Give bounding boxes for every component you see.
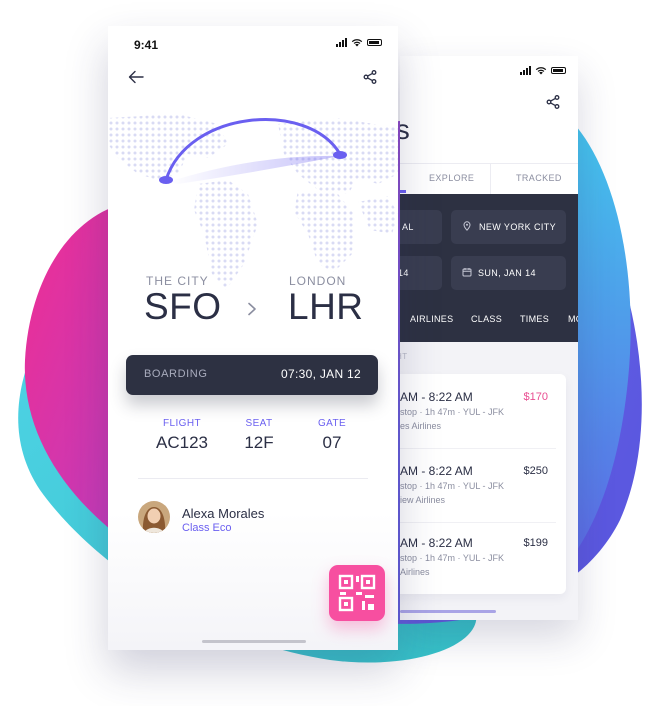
wifi-icon bbox=[535, 67, 547, 75]
battery-icon bbox=[551, 67, 566, 74]
tab-tracked[interactable]: TRACKED bbox=[516, 173, 562, 183]
seat-info: SEAT 12F bbox=[234, 418, 284, 453]
divider bbox=[138, 478, 368, 479]
boarding-bar: BOARDING 07:30, JAN 12 bbox=[126, 355, 378, 395]
share-button[interactable] bbox=[360, 67, 380, 87]
depart-date-field[interactable]: 14 bbox=[400, 256, 442, 290]
boarding-label: BOARDING bbox=[144, 368, 208, 380]
gate-number: 07 bbox=[322, 433, 342, 452]
back-button[interactable] bbox=[126, 67, 146, 87]
return-date-field[interactable]: SUN, JAN 14 bbox=[451, 256, 566, 290]
status-icons bbox=[520, 66, 566, 75]
home-indicator bbox=[202, 640, 306, 643]
return-date-value: SUN, JAN 14 bbox=[478, 268, 536, 278]
tab-divider bbox=[400, 163, 578, 164]
gate-label: GATE bbox=[317, 418, 347, 429]
destination-code: LHR bbox=[288, 286, 364, 327]
page-title: ts bbox=[400, 114, 410, 145]
flight-result-1[interactable] bbox=[400, 374, 566, 448]
filter-class[interactable]: CLASS bbox=[471, 314, 502, 324]
flight-label: FLIGHT bbox=[163, 418, 201, 429]
from-value: AL bbox=[402, 222, 414, 232]
from-field[interactable]: AL bbox=[400, 210, 442, 244]
share-icon bbox=[546, 95, 560, 109]
active-tab-indicator bbox=[400, 190, 406, 193]
filter-airlines[interactable]: AIRLINES bbox=[410, 314, 453, 324]
seat-number: 12F bbox=[244, 433, 274, 452]
status-icons bbox=[336, 38, 382, 47]
battery-icon bbox=[367, 39, 382, 46]
calendar-icon bbox=[462, 268, 472, 277]
qr-code-icon bbox=[338, 574, 376, 612]
to-value: NEW YORK CITY bbox=[479, 222, 557, 232]
search-screen: ts EXPLORE TRACKED AL NEW YORK CITY 14 S… bbox=[400, 56, 578, 620]
to-field[interactable]: NEW YORK CITY bbox=[451, 210, 566, 244]
location-pin-icon bbox=[463, 221, 471, 231]
share-button[interactable] bbox=[543, 92, 563, 112]
world-map bbox=[108, 114, 398, 290]
tab-explore[interactable]: EXPLORE bbox=[429, 173, 474, 183]
flight-result-2[interactable] bbox=[400, 449, 566, 522]
passenger-name: Alexa Morales bbox=[182, 506, 265, 521]
chevron-right-icon bbox=[248, 302, 256, 316]
filter-more[interactable]: MO bbox=[568, 314, 578, 324]
signal-icon bbox=[336, 38, 347, 47]
share-icon bbox=[363, 70, 377, 84]
qr-code-button[interactable] bbox=[329, 565, 385, 621]
gate-info: GATE 07 bbox=[312, 418, 352, 453]
flight-info: FLIGHT AC123 bbox=[156, 418, 208, 453]
filter-times[interactable]: TIMES bbox=[520, 314, 549, 324]
arrow-left-icon bbox=[128, 70, 144, 84]
boarding-pass-screen: 9:41 THE CITY SFO LONDON LHR BOARDING 07… bbox=[108, 26, 398, 650]
flight-number: AC123 bbox=[156, 433, 208, 452]
depart-date-value: 14 bbox=[400, 268, 409, 278]
seat-label: SEAT bbox=[245, 418, 273, 429]
status-time: 9:41 bbox=[134, 38, 159, 52]
origin-code: SFO bbox=[144, 286, 222, 327]
tab-separator bbox=[490, 164, 491, 194]
flight-results-list: AM - 8:22 AM stop · 1h 47m · YUL - JFK e… bbox=[400, 374, 566, 594]
avatar bbox=[138, 501, 170, 533]
boarding-time: 07:30, JAN 12 bbox=[281, 367, 361, 381]
signal-icon bbox=[520, 66, 531, 75]
results-section-label: HT bbox=[400, 352, 408, 361]
wifi-icon bbox=[351, 39, 363, 47]
search-panel: AL NEW YORK CITY 14 SUN, JAN 14 AIRLINES… bbox=[400, 194, 578, 342]
home-indicator bbox=[400, 610, 496, 613]
passenger-class: Class Eco bbox=[182, 522, 232, 534]
flight-result-3[interactable] bbox=[400, 523, 566, 594]
